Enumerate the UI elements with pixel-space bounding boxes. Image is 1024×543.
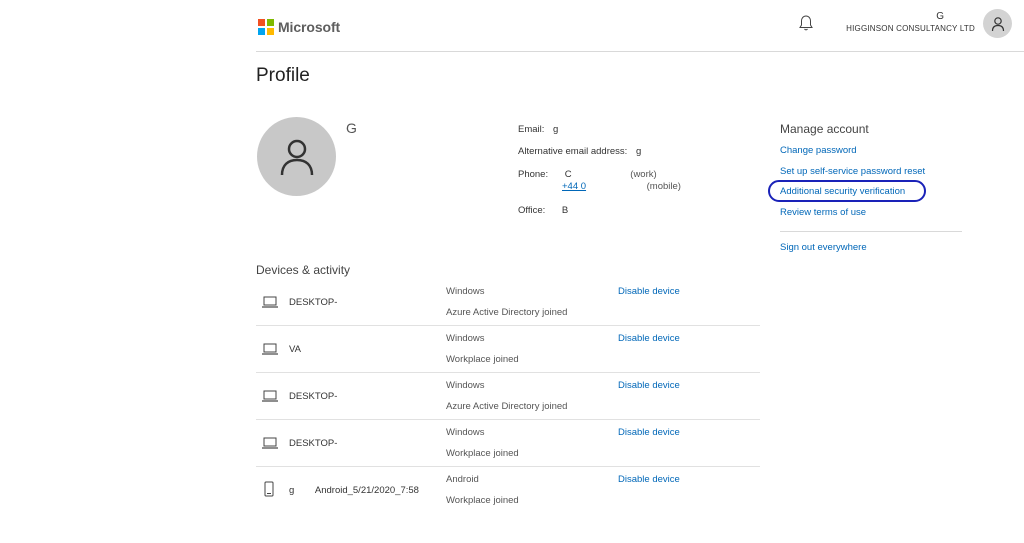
phone-mobile-link[interactable]: +44 0 (562, 181, 624, 192)
disable-device-link[interactable]: Disable device (618, 286, 680, 297)
laptop-icon (261, 389, 279, 408)
device-os: Android (446, 474, 479, 485)
alt-email-value: g (635, 146, 642, 157)
device-join-type: Workplace joined (446, 495, 519, 506)
email-row: Email: g (518, 124, 558, 135)
notifications-bell-icon[interactable] (798, 14, 816, 32)
device-row: DESKTOP- Windows Workplace joined Disabl… (256, 420, 760, 467)
disable-device-link[interactable]: Disable device (618, 427, 680, 438)
phone-label: Phone: (518, 169, 549, 180)
device-os: Windows (446, 286, 485, 297)
account-organization: HIGGINSON CONSULTANCY LTD (846, 24, 975, 33)
device-row: g Android_5/21/2020_7:58 Android Workpla… (256, 467, 760, 514)
device-join-type: Workplace joined (446, 354, 519, 365)
devices-title: Devices & activity (256, 263, 351, 277)
alt-email-label: Alternative email address: (518, 146, 628, 157)
email-label: Email: (518, 124, 545, 135)
laptop-icon (261, 342, 279, 361)
device-join-type: Workplace joined (446, 448, 519, 459)
office-value: B (561, 205, 569, 216)
account-user-name: G (936, 11, 944, 22)
phone-work-tag: (work) (630, 169, 657, 180)
microsoft-logo[interactable]: Microsoft (258, 19, 340, 35)
annotation-highlight-ellipse (768, 180, 926, 202)
laptop-icon (261, 436, 279, 455)
change-password-link[interactable]: Change password (780, 145, 962, 166)
phone-work-value: C (564, 169, 572, 180)
device-os: Windows (446, 380, 485, 391)
disable-device-link[interactable]: Disable device (618, 474, 680, 485)
device-name: g Android_5/21/2020_7:58 (289, 485, 419, 496)
alt-email-row: Alternative email address: g (518, 146, 641, 157)
office-label: Office: (518, 205, 546, 216)
office-row: Office: B (518, 205, 568, 216)
device-name: VA (289, 344, 301, 355)
review-terms-link[interactable]: Review terms of use (780, 207, 962, 228)
device-os: Windows (446, 333, 485, 344)
header-divider (256, 51, 1024, 52)
brand-name: Microsoft (278, 19, 341, 35)
device-name: DESKTOP- (289, 391, 338, 402)
top-bar: Microsoft G HIGGINSON CONSULTANCY LTD (0, 0, 1024, 52)
page-title: Profile (256, 65, 310, 86)
device-name: DESKTOP- (289, 297, 338, 308)
device-join-type: Azure Active Directory joined (446, 401, 568, 412)
laptop-icon (261, 295, 279, 314)
device-os: Windows (446, 427, 485, 438)
device-row: DESKTOP- Windows Azure Active Directory … (256, 373, 760, 420)
person-icon (280, 139, 313, 175)
device-name: DESKTOP- (289, 438, 338, 449)
phone-mobile-tag: (mobile) (646, 181, 681, 192)
phone-row: Phone: C (work) (518, 169, 657, 180)
profile-avatar (257, 117, 336, 196)
disable-device-link[interactable]: Disable device (618, 333, 680, 344)
sign-out-everywhere-link[interactable]: Sign out everywhere (780, 242, 962, 263)
microsoft-logo-icon (258, 19, 274, 35)
device-row: DESKTOP- Windows Azure Active Directory … (256, 279, 760, 326)
disable-device-link[interactable]: Disable device (618, 380, 680, 391)
phone-mobile-row: +44 0 (mobile) (562, 181, 681, 192)
email-value: g (553, 124, 559, 135)
person-icon (991, 16, 1004, 31)
device-row: VA Windows Workplace joined Disable devi… (256, 326, 760, 373)
account-info[interactable]: G HIGGINSON CONSULTANCY LTD (846, 11, 975, 35)
manage-divider (780, 231, 962, 232)
manage-account-title: Manage account (780, 122, 869, 136)
phone-icon (264, 481, 274, 502)
profile-name: G (346, 120, 357, 136)
account-avatar[interactable] (983, 9, 1012, 38)
device-join-type: Azure Active Directory joined (446, 307, 568, 318)
